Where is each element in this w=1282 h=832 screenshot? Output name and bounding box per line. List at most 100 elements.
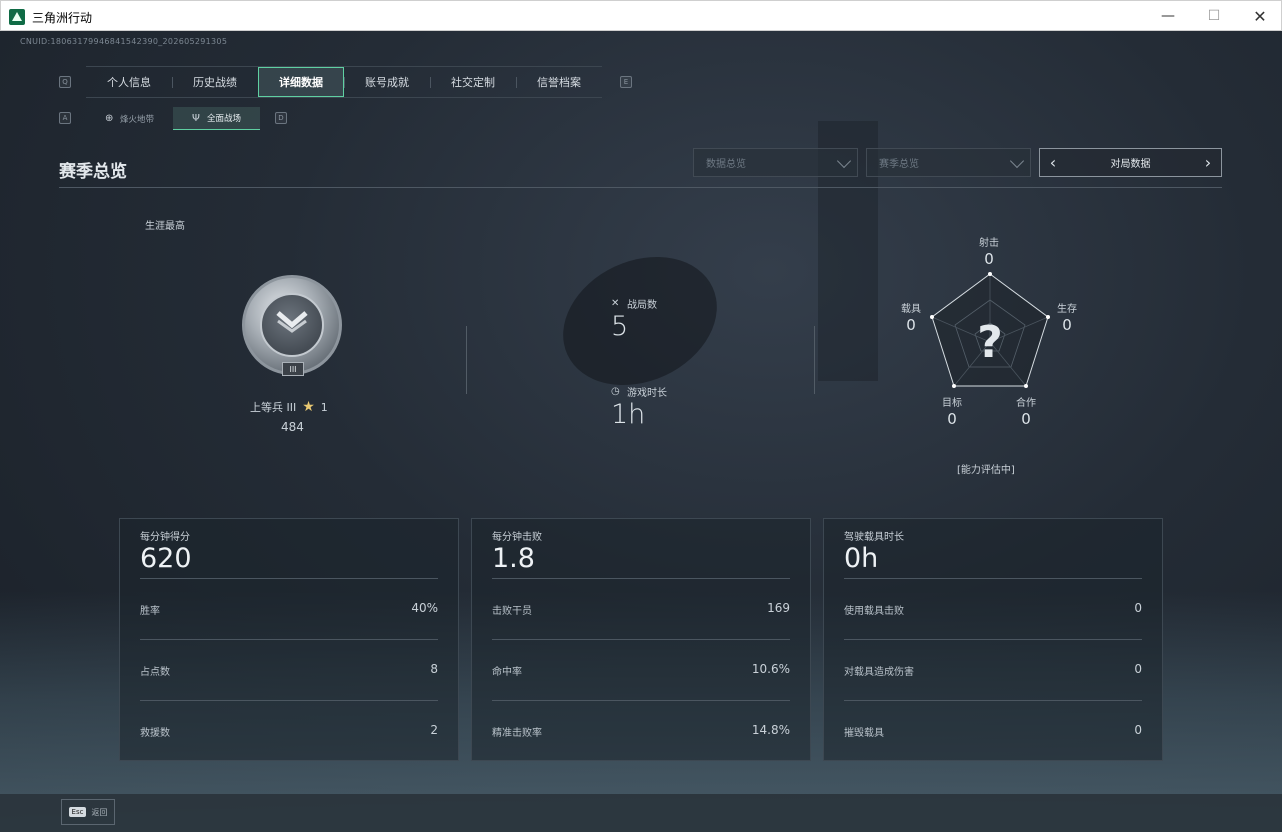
row-label: 击败干员 — [492, 606, 532, 617]
kills-per-minute-card: 每分钟击败 1.8 击败干员 169 命中率 10.6% 精准击败率 14.8% — [471, 518, 811, 761]
matches-label-row: ✕ 战局数 — [611, 296, 657, 311]
background-satellite-dish — [542, 232, 738, 410]
esc-key-icon: Esc — [68, 807, 87, 817]
card-value: 0h — [844, 543, 879, 574]
chevron-rank-icon — [276, 311, 308, 333]
score-per-minute-card: 每分钟得分 620 胜率 40% 占点数 8 救援数 2 — [119, 518, 459, 761]
subtab-next-key-hint[interactable]: D — [275, 112, 287, 124]
close-button[interactable]: ✕ — [1237, 1, 1282, 31]
card-title: 每分钟得分 — [140, 532, 190, 543]
card-title: 每分钟击败 — [492, 532, 542, 543]
row-label: 摧毁载具 — [844, 728, 884, 739]
card-value: 1.8 — [492, 543, 535, 574]
row-label: 对载具造成伤害 — [844, 667, 914, 678]
radar-center-mark: ? — [977, 317, 1003, 368]
subtab-prev-key-hint[interactable]: A — [59, 112, 71, 124]
rank-score: 484 — [281, 420, 304, 434]
subtab-label: 全面战场 — [206, 114, 241, 124]
row-label: 精准击败率 — [492, 728, 542, 739]
row-value: 0 — [1134, 723, 1142, 737]
section-divider — [59, 187, 1222, 188]
chevron-down-icon — [1009, 153, 1025, 169]
card-divider — [844, 700, 1142, 701]
tab-next-key-hint[interactable]: E — [620, 76, 632, 88]
subtab-operations-zone[interactable]: ⊕ 烽火地带 — [86, 107, 173, 130]
row-value: 2 — [430, 723, 438, 737]
card-divider — [140, 700, 438, 701]
tab-achievements[interactable]: 账号成就 — [344, 67, 430, 97]
rank-line: 上等兵 III ★ 1 — [250, 399, 328, 415]
radar-status: [能力评估中] — [957, 465, 1015, 476]
star-icon: ★ — [302, 399, 315, 415]
row-label: 胜率 — [140, 606, 160, 617]
subtab-label: 烽火地带 — [119, 114, 154, 125]
main-tabs: 个人信息 历史战绩 详细数据 账号成就 社交定制 信誉档案 — [86, 66, 602, 98]
card-divider — [140, 578, 438, 579]
row-value: 0 — [1134, 601, 1142, 615]
card-divider — [140, 639, 438, 640]
tab-personal-info[interactable]: 个人信息 — [86, 67, 172, 97]
dropdown-value: 赛季总览 — [879, 159, 919, 170]
game-content: CNUID:18063179946841542390_202605291305 … — [0, 31, 1282, 832]
matches-value: 5 — [611, 311, 629, 342]
rank-tier: III — [282, 362, 304, 376]
vehicle-time-card: 驾驶载具时长 0h 使用载具击败 0 对载具造成伤害 0 摧毁载具 0 — [823, 518, 1163, 761]
clock-icon: ◷ — [611, 386, 620, 397]
card-divider — [492, 700, 790, 701]
matches-label: 战局数 — [627, 300, 657, 311]
card-divider — [492, 578, 790, 579]
rank-name: 上等兵 III — [250, 401, 297, 414]
row-value: 8 — [430, 662, 438, 676]
career-best-label: 生涯最高 — [145, 221, 185, 232]
row-label: 命中率 — [492, 667, 522, 678]
data-overview-dropdown[interactable]: 数据总览 — [693, 148, 858, 177]
subtab-full-battlefield[interactable]: Ψ 全面战场 — [173, 107, 260, 130]
cnuid-text: CNUID:18063179946841542390_202605291305 — [20, 37, 228, 46]
mode-subtabs: ⊕ 烽火地带 Ψ 全面战场 — [86, 107, 260, 130]
battlefield-icon: Ψ — [191, 112, 200, 124]
back-button[interactable]: Esc 返回 — [61, 799, 115, 825]
row-value: 169 — [767, 601, 790, 615]
app-logo-icon — [9, 9, 25, 25]
playtime-value: 1h — [611, 399, 646, 430]
rank-badge-icon: III — [242, 275, 342, 376]
ability-radar-chart: ? — [930, 272, 1050, 388]
row-value: 10.6% — [751, 662, 790, 676]
season-dropdown[interactable]: 赛季总览 — [866, 148, 1031, 177]
page-title: 赛季总览 — [59, 162, 127, 182]
data-type-pager: ‹ 对局数据 › — [1039, 148, 1222, 177]
back-label: 返回 — [91, 807, 108, 817]
tab-social-custom[interactable]: 社交定制 — [430, 67, 516, 97]
crossed-swords-icon: ✕ — [611, 298, 620, 309]
maximize-button[interactable]: ☐ — [1191, 1, 1237, 31]
rank-badge-core — [260, 293, 324, 357]
window-title: 三角洲行动 — [32, 11, 93, 25]
card-divider — [492, 639, 790, 640]
window-titlebar: 三角洲行动 — ☐ ✕ — [0, 0, 1282, 31]
rank-stars: 1 — [320, 400, 328, 414]
card-divider — [844, 578, 1142, 579]
vertical-divider — [814, 326, 815, 394]
row-value: 40% — [411, 601, 438, 615]
chevron-down-icon — [836, 153, 852, 169]
row-value: 14.8% — [751, 723, 790, 737]
row-value: 0 — [1134, 662, 1142, 676]
row-label: 占点数 — [140, 667, 170, 678]
vertical-divider — [466, 326, 467, 394]
row-label: 救援数 — [140, 728, 170, 739]
row-label: 使用载具击败 — [844, 606, 904, 617]
radar-axis-label: 射击 — [979, 238, 999, 249]
playtime-label-row: ◷ 游戏时长 — [611, 384, 667, 399]
tab-match-history[interactable]: 历史战绩 — [172, 67, 258, 97]
playtime-label: 游戏时长 — [627, 388, 667, 399]
card-value: 620 — [140, 543, 192, 574]
chevron-left-icon[interactable]: ‹ — [1042, 149, 1064, 176]
minimize-button[interactable]: — — [1145, 1, 1191, 31]
chevron-right-icon[interactable]: › — [1197, 149, 1219, 176]
zone-icon: ⊕ — [104, 113, 114, 124]
tab-detailed-data[interactable]: 详细数据 — [258, 67, 344, 97]
dropdown-value: 数据总览 — [706, 159, 746, 170]
tab-reputation[interactable]: 信誉档案 — [516, 67, 602, 97]
tab-prev-key-hint[interactable]: Q — [59, 76, 71, 88]
footer-bar: Esc 返回 — [0, 794, 1282, 832]
